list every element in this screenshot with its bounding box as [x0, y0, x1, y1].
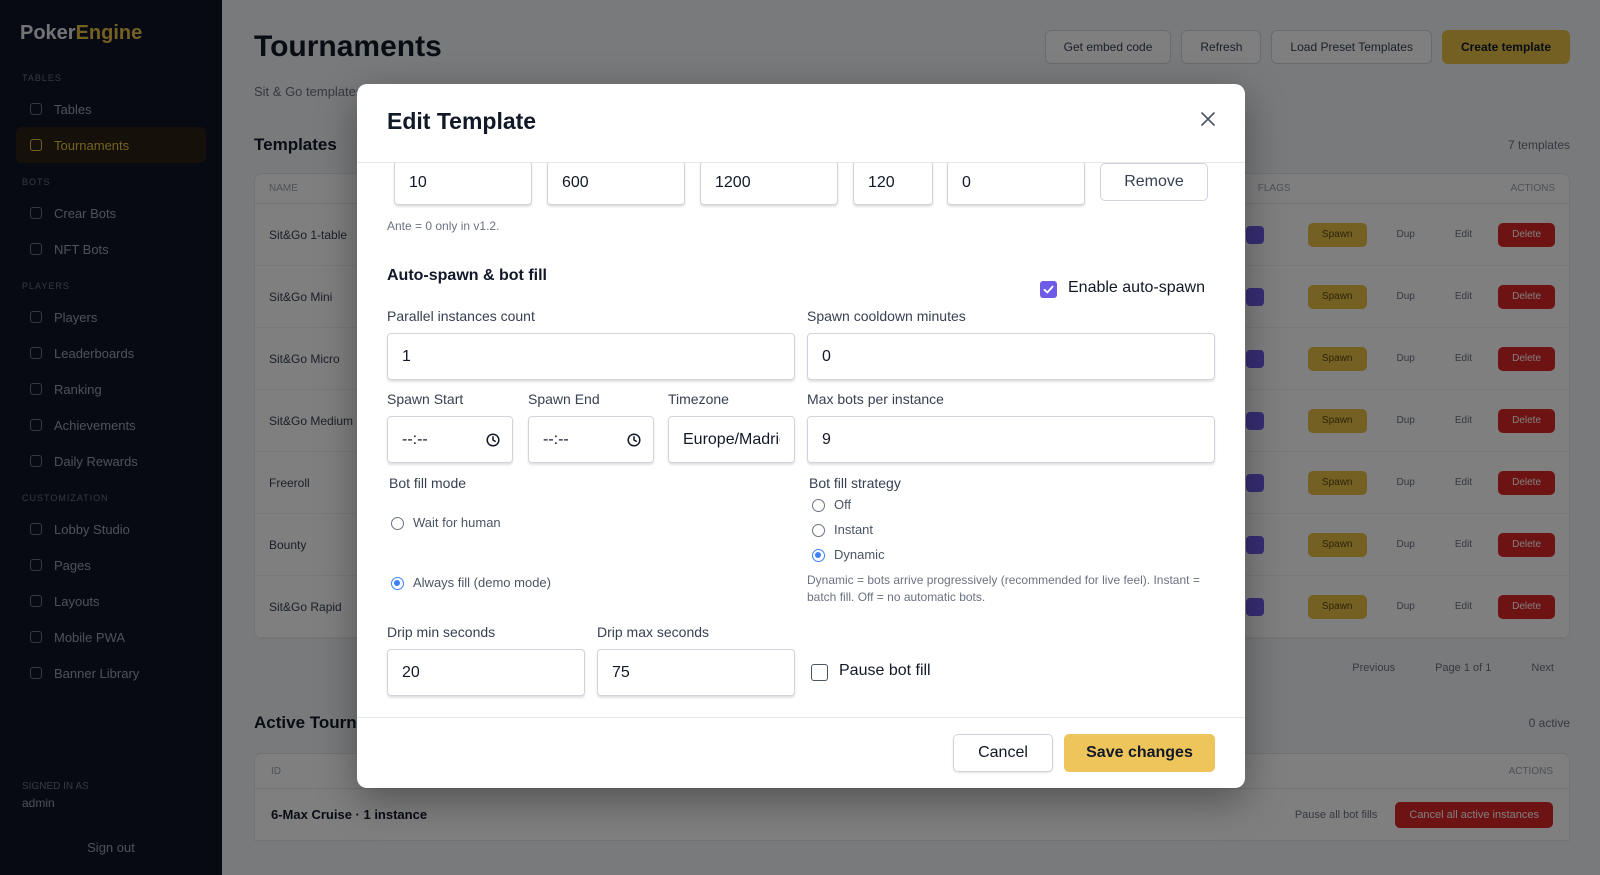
strategy-off-label: Off — [834, 497, 852, 512]
checkmark-icon — [1043, 285, 1054, 294]
dialog-body: Remove Ante = 0 only in v1.2. Auto-spawn… — [357, 163, 1245, 717]
radio-wait-for-human[interactable] — [391, 517, 404, 530]
ante-input[interactable] — [947, 163, 1085, 205]
pause-bot-fill-label: Pause bot fill — [839, 662, 931, 679]
spawn-start-input[interactable]: --:-- — [387, 416, 513, 463]
dialog-footer: Cancel Save changes — [357, 717, 1245, 788]
spawn-end-label: Spawn End — [528, 391, 600, 407]
bot-fill-strategy-label: Bot fill strategy — [809, 475, 901, 491]
dialog-title: Edit Template — [387, 108, 537, 134]
dialog-header: Edit Template — [357, 84, 1245, 163]
parallel-label: Parallel instances count — [387, 308, 535, 324]
timezone-input[interactable] — [668, 416, 795, 463]
small-blind-input[interactable] — [853, 163, 933, 205]
save-changes-button[interactable]: Save changes — [1064, 734, 1215, 772]
parallel-instances-input[interactable] — [387, 333, 795, 380]
wait-for-human-label: Wait for human — [413, 515, 501, 530]
close-button[interactable] — [1199, 110, 1217, 128]
spawn-cooldown-input[interactable] — [807, 333, 1215, 380]
radio-strategy-instant[interactable] — [812, 524, 825, 537]
radio-strategy-off[interactable] — [812, 499, 825, 512]
max-bots-label: Max bots per instance — [807, 391, 944, 407]
spawn-end-value: --:-- — [543, 430, 569, 448]
cancel-button[interactable]: Cancel — [953, 734, 1053, 772]
drip-max-label: Drip max seconds — [597, 624, 710, 640]
clock-icon[interactable] — [486, 432, 500, 447]
drip-min-label: Drip min seconds — [387, 624, 496, 640]
strategy-hint: Dynamic = bots arrive progressively (rec… — [807, 573, 1200, 604]
max-bots-input[interactable] — [807, 416, 1215, 463]
pause-bot-fill-checkbox[interactable] — [811, 664, 828, 681]
level-input[interactable] — [394, 163, 532, 205]
timezone-label: Timezone — [668, 391, 729, 407]
close-icon — [1201, 112, 1215, 126]
always-fill-label: Always fill (demo mode) — [413, 575, 551, 590]
big-blind-input[interactable] — [700, 163, 838, 205]
radio-always-fill[interactable] — [391, 577, 404, 590]
edit-template-dialog: Edit Template Remove Ante = 0 only in v1… — [357, 84, 1245, 788]
drip-min-input[interactable] — [387, 649, 585, 696]
spawn-end-input[interactable]: --:-- — [528, 416, 654, 463]
strategy-instant-label: Instant — [834, 522, 874, 537]
spawn-start-value: --:-- — [402, 430, 428, 448]
ante-hint: Ante = 0 only in v1.2. — [387, 219, 500, 233]
spawn-start-label: Spawn Start — [387, 391, 464, 407]
bot-fill-mode-label: Bot fill mode — [389, 475, 467, 491]
clock-icon[interactable] — [627, 432, 641, 447]
drip-max-input[interactable] — [597, 649, 795, 696]
strategy-dynamic-label: Dynamic — [834, 547, 885, 562]
duration-input[interactable] — [547, 163, 685, 205]
enable-autospawn-checkbox[interactable] — [1040, 281, 1057, 298]
radio-strategy-dynamic[interactable] — [812, 549, 825, 562]
cooldown-label: Spawn cooldown minutes — [807, 308, 966, 324]
autospawn-section-title: Auto-spawn & bot fill — [387, 267, 547, 284]
enable-autospawn-label: Enable auto-spawn — [1068, 279, 1205, 296]
remove-level-button[interactable]: Remove — [1100, 163, 1208, 201]
